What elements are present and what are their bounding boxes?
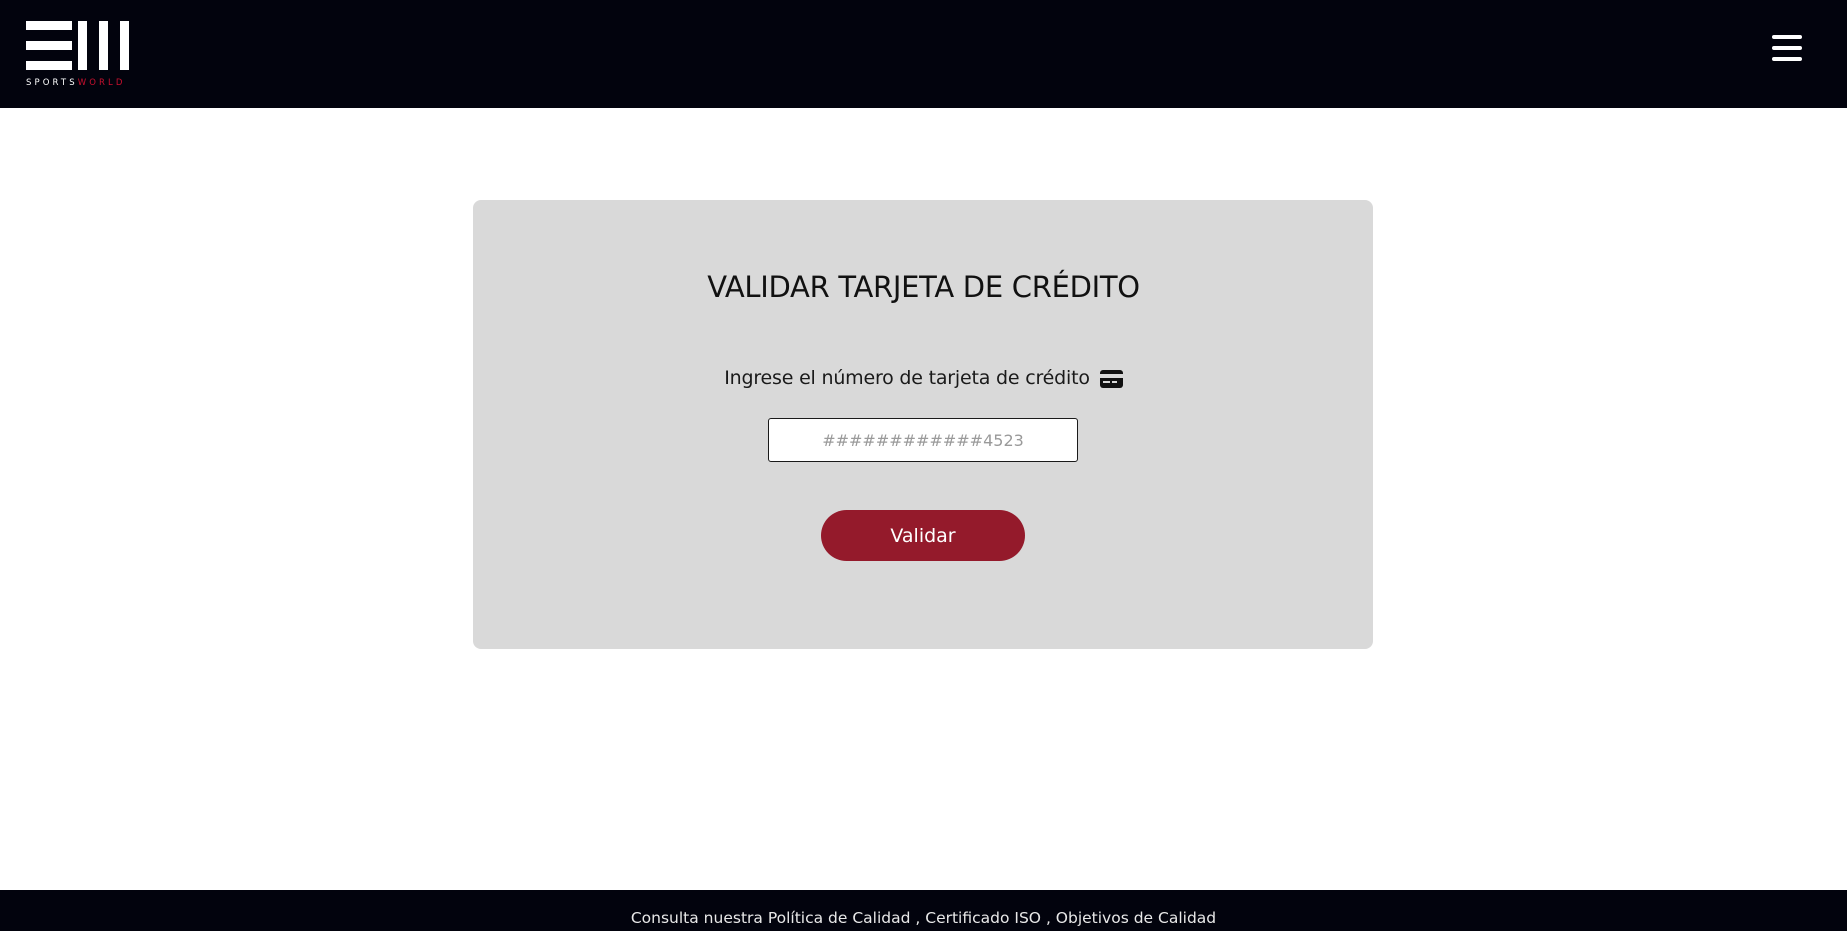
footer-link-quality-objectives[interactable]: Objetivos de Calidad	[1056, 909, 1216, 927]
hamburger-menu-icon[interactable]	[1772, 34, 1802, 62]
card-number-input[interactable]	[768, 418, 1078, 462]
menu-bar-bottom	[1772, 57, 1802, 61]
logo-text-world: WORLD	[77, 78, 126, 88]
menu-bar-middle	[1772, 46, 1802, 50]
footer-prefix: Consulta nuestra	[630, 909, 768, 927]
footer-link-iso-certificate[interactable]: Certificado ISO	[925, 909, 1041, 927]
footer-text: Consulta nuestra Política de Calidad , C…	[0, 908, 1847, 928]
site-header: SPORTSWORLD	[0, 0, 1847, 108]
footer-link-quality-policy[interactable]: Política de Calidad	[768, 909, 911, 927]
site-footer: Consulta nuestra Política de Calidad , C…	[0, 890, 1847, 931]
card-number-label-row: Ingrese el número de tarjeta de crédito	[0, 364, 1847, 392]
footer-separator: ,	[1041, 909, 1056, 927]
sportsworld-logo[interactable]: SPORTSWORLD	[26, 21, 134, 91]
validate-button[interactable]: Validar	[821, 510, 1025, 561]
logo-wordmark: SPORTSWORLD	[26, 78, 136, 88]
credit-card-icon	[1099, 370, 1123, 388]
page: SPORTSWORLD VALIDAR TARJETA DE CRÉDITO I…	[0, 0, 1847, 931]
logo-text-sports: SPORTS	[26, 78, 78, 88]
footer-separator: ,	[910, 909, 926, 927]
menu-bar-top	[1772, 35, 1802, 39]
card-title: VALIDAR TARJETA DE CRÉDITO	[707, 270, 1140, 304]
logo-mark-icon	[26, 21, 129, 70]
card-number-label: Ingrese el número de tarjeta de crédito	[724, 367, 1090, 389]
